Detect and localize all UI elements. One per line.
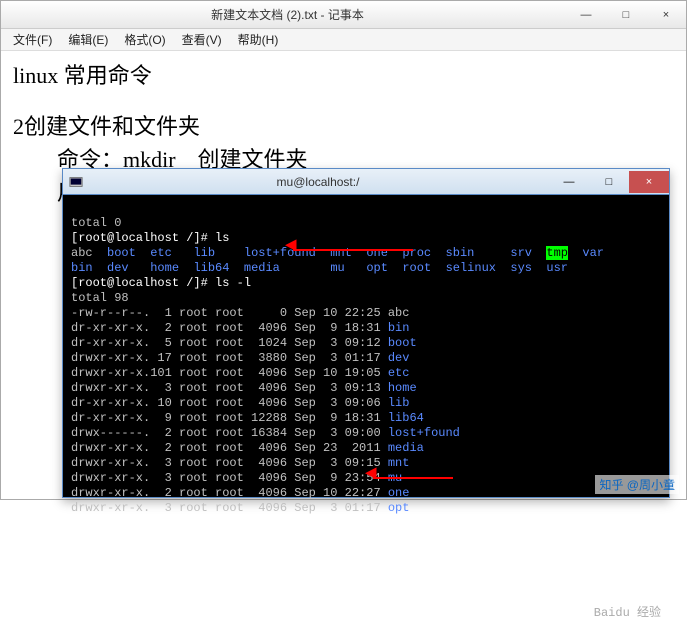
ls-item: sbin bbox=[446, 246, 475, 260]
lsl-row: dr-xr-xr-x. 9 root root 12288 Sep 9 18:3… bbox=[71, 411, 661, 426]
notepad-maximize-button[interactable]: □ bbox=[606, 4, 646, 26]
ls-item: lib64 bbox=[193, 261, 229, 275]
ls-item: mu bbox=[330, 261, 344, 275]
text-line: 2创建文件和文件夹 bbox=[13, 110, 674, 143]
notepad-menubar: 文件(F) 编辑(E) 格式(O) 查看(V) 帮助(H) bbox=[1, 29, 686, 51]
menu-view[interactable]: 查看(V) bbox=[174, 31, 230, 48]
annotation-arrow-icon bbox=[293, 249, 413, 251]
ls-item: dev bbox=[107, 261, 129, 275]
notepad-titlebar[interactable]: 新建文本文档 (2).txt - 记事本 — □ × bbox=[1, 1, 686, 29]
terminal-titlebar[interactable]: mu@localhost:/ — □ × bbox=[63, 169, 669, 195]
ls-item: lib bbox=[193, 246, 215, 260]
lsl-output: -rw-r--r--. 1 root root 0 Sep 10 22:25 a… bbox=[71, 306, 661, 516]
ls-item: etc bbox=[150, 246, 172, 260]
terminal-title: mu@localhost:/ bbox=[87, 175, 549, 189]
lsl-row: -rw-r--r--. 1 root root 0 Sep 10 22:25 a… bbox=[71, 306, 661, 321]
lsl-row: drwxr-xr-x. 2 root root 4096 Sep 10 22:2… bbox=[71, 486, 661, 501]
terminal-prompt: [root@localhost /]# bbox=[71, 276, 215, 290]
ls-item: selinux bbox=[446, 261, 496, 275]
terminal-line: total 0 bbox=[71, 216, 121, 230]
ls-item: sys bbox=[510, 261, 532, 275]
ls-item: abc bbox=[71, 246, 93, 260]
notepad-close-button[interactable]: × bbox=[646, 4, 686, 26]
terminal-close-button[interactable]: × bbox=[629, 171, 669, 193]
ls-item: home bbox=[150, 261, 179, 275]
menu-help[interactable]: 帮助(H) bbox=[230, 31, 287, 48]
terminal-minimize-button[interactable]: — bbox=[549, 171, 589, 193]
lsl-row: drwxr-xr-x. 3 root root 4096 Sep 3 09:13… bbox=[71, 381, 661, 396]
notepad-minimize-button[interactable]: — bbox=[566, 4, 606, 26]
watermark: Baidu 经验 bbox=[594, 606, 661, 621]
menu-format[interactable]: 格式(O) bbox=[116, 31, 173, 48]
ls-item: srv bbox=[510, 246, 532, 260]
notepad-title: 新建文本文档 (2).txt - 记事本 bbox=[9, 6, 566, 23]
lsl-row: drwxr-xr-x. 3 root root 4096 Sep 3 09:15… bbox=[71, 456, 661, 471]
lsl-row: dr-xr-xr-x. 5 root root 1024 Sep 3 09:12… bbox=[71, 336, 661, 351]
terminal-cmd: ls bbox=[215, 231, 229, 245]
lsl-row: drwxr-xr-x.101 root root 4096 Sep 10 19:… bbox=[71, 366, 661, 381]
notepad-controls: — □ × bbox=[566, 4, 686, 26]
ls-item: boot bbox=[107, 246, 136, 260]
text-line: linux 常用命令 bbox=[13, 59, 674, 92]
lsl-row: drwxr-xr-x. 3 root root 4096 Sep 9 23:54… bbox=[71, 471, 661, 486]
lsl-row: drwx------. 2 root root 16384 Sep 3 09:0… bbox=[71, 426, 661, 441]
ls-item: tmp bbox=[546, 246, 568, 260]
terminal-cmd: ls -l bbox=[215, 276, 251, 290]
terminal-controls: — □ × bbox=[549, 171, 669, 193]
terminal-line: total 98 bbox=[71, 291, 129, 305]
annotation-arrow-icon bbox=[373, 477, 453, 479]
ls-item: media bbox=[244, 261, 280, 275]
lsl-row: dr-xr-xr-x. 10 root root 4096 Sep 3 09:0… bbox=[71, 396, 661, 411]
terminal-maximize-button[interactable]: □ bbox=[589, 171, 629, 193]
lsl-row: drwxr-xr-x. 17 root root 3880 Sep 3 01:1… bbox=[71, 351, 661, 366]
ls-item: var bbox=[582, 246, 604, 260]
menu-file[interactable]: 文件(F) bbox=[5, 31, 60, 48]
terminal-body[interactable]: total 0 [root@localhost /]# ls abc boot … bbox=[63, 195, 669, 627]
ls-item: root bbox=[402, 261, 431, 275]
ls-item: bin bbox=[71, 261, 93, 275]
menu-edit[interactable]: 编辑(E) bbox=[60, 31, 116, 48]
putty-icon bbox=[69, 175, 83, 189]
ls-item: opt bbox=[366, 261, 388, 275]
terminal-prompt: [root@localhost /]# bbox=[71, 231, 215, 245]
ls-item: usr bbox=[546, 261, 568, 275]
zhihu-watermark: 知乎 @周小童 bbox=[595, 475, 679, 494]
lsl-row: dr-xr-xr-x. 2 root root 4096 Sep 9 18:31… bbox=[71, 321, 661, 336]
terminal-window: mu@localhost:/ — □ × total 0 [root@local… bbox=[62, 168, 670, 498]
lsl-row: drwxr-xr-x. 3 root root 4096 Sep 3 01:17… bbox=[71, 501, 661, 516]
lsl-row: drwxr-xr-x. 2 root root 4096 Sep 23 2011… bbox=[71, 441, 661, 456]
